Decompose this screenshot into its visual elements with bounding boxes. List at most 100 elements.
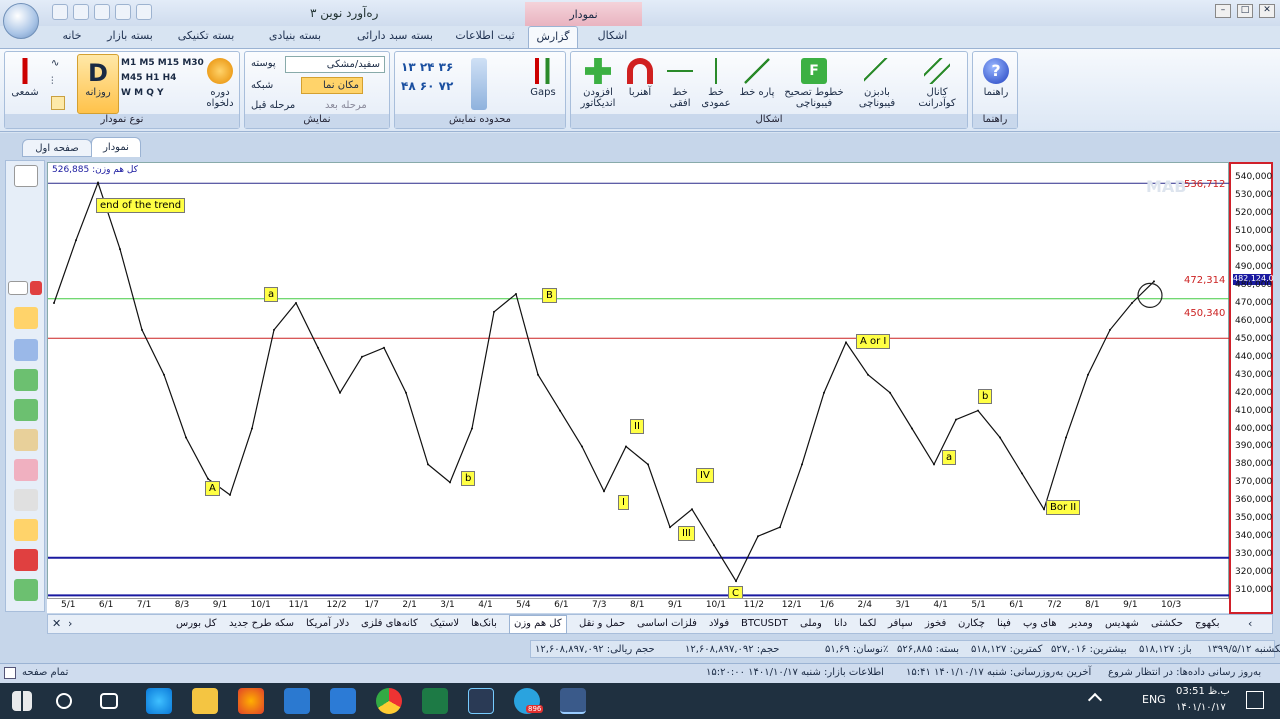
language-indicator[interactable]: ENG xyxy=(1142,693,1166,706)
close-icon[interactable]: ✕ xyxy=(52,617,61,630)
symbol-tab[interactable]: بانک‌ها xyxy=(471,618,497,629)
symbol-tab[interactable]: بکهوج xyxy=(1195,618,1220,629)
tab-market[interactable]: بسته بازار xyxy=(100,26,160,48)
firefox-icon[interactable] xyxy=(238,688,264,714)
symbol-tab[interactable]: کل بورس xyxy=(176,618,217,629)
annotation-A-or-I[interactable]: A or I xyxy=(856,334,891,349)
symbol-tab[interactable]: حمل و نقل xyxy=(579,618,625,629)
fib-retracement-button[interactable]: F خطوط تصحیح فیبوناچی xyxy=(783,58,845,109)
symbol-tab[interactable]: وملی xyxy=(800,618,822,629)
notification-icon[interactable] xyxy=(1246,691,1264,709)
symbol-tab[interactable]: کل هم وزن xyxy=(509,615,567,634)
annotation-Bor-II[interactable]: Bor II xyxy=(1046,500,1081,515)
tool-brush-icon[interactable] xyxy=(14,429,38,451)
chevron-up-icon[interactable] xyxy=(1087,692,1103,708)
settings-icon[interactable] xyxy=(115,4,131,20)
cursor-button[interactable]: مکان نما xyxy=(301,77,363,94)
tf-w[interactable]: W xyxy=(121,88,131,98)
segment-button[interactable]: پاره خط xyxy=(737,58,777,98)
tf-m15[interactable]: M15 xyxy=(158,58,179,68)
tf-m5[interactable]: M5 xyxy=(139,58,154,68)
symbol-tab[interactable]: فپنا xyxy=(997,618,1011,629)
tf-h1[interactable]: H1 xyxy=(146,73,160,83)
zoom-presets[interactable]: ۱۳ ۲۴ ۳۶ ۴۸ ۶۰ ۷۲ xyxy=(401,58,461,114)
bar-chart-icon[interactable]: ⫶ xyxy=(51,76,65,90)
symbol-tab[interactable]: ومدیر xyxy=(1069,618,1093,629)
annotation-A[interactable]: A xyxy=(205,481,220,496)
symbol-tab[interactable]: شهدیس xyxy=(1105,618,1139,629)
annotation-a-1[interactable]: a xyxy=(264,287,279,302)
symbol-tab[interactable]: لکما xyxy=(859,618,876,629)
daily-button[interactable]: D روزانه xyxy=(77,54,119,114)
symbol-tab[interactable]: سکه طرح جدید xyxy=(229,618,294,629)
symbol-tab[interactable]: های وپ xyxy=(1023,618,1057,629)
quadrant-channel-button[interactable]: کانال کوآدرانت xyxy=(909,58,965,109)
annotation-IV[interactable]: IV xyxy=(696,468,714,483)
tab-data-entry[interactable]: ثبت اطلاعات xyxy=(450,26,520,48)
symbol-tab[interactable]: فولاد xyxy=(709,618,729,629)
gaps-button[interactable]: Gaps xyxy=(525,58,561,98)
task-view-icon[interactable] xyxy=(100,693,118,709)
next-step-button[interactable]: مرحله بعد xyxy=(325,100,367,111)
custom-period-button[interactable]: دوره دلخواه xyxy=(203,58,237,109)
tf-m1[interactable]: M1 xyxy=(121,58,136,68)
symbol-tab[interactable]: BTCUSDT xyxy=(741,618,788,629)
tf-q[interactable]: Q xyxy=(146,88,154,98)
store-icon[interactable] xyxy=(284,688,310,714)
tab-home[interactable]: خانه xyxy=(52,26,92,48)
windows-start-icon[interactable] xyxy=(12,691,32,711)
annotation-a-2[interactable]: a xyxy=(942,450,957,465)
minimize-button[interactable]: – xyxy=(1215,4,1231,18)
app-menu-button[interactable] xyxy=(3,3,39,39)
symbol-tab[interactable]: کانه‌های فلزی xyxy=(361,618,418,629)
annotation-II[interactable]: II xyxy=(630,419,644,434)
print-icon[interactable] xyxy=(73,4,89,20)
line-chart-icon[interactable]: ∿ xyxy=(51,58,65,72)
file-explorer-icon[interactable] xyxy=(192,688,218,714)
theme-select[interactable]: سفید/مشکی xyxy=(285,56,385,73)
dropdown-icon[interactable] xyxy=(136,4,152,20)
dev-tool-icon[interactable] xyxy=(468,688,494,714)
annotation-I[interactable]: I xyxy=(618,495,629,510)
tab-shapes[interactable]: اشکال xyxy=(590,26,635,48)
tool-note-icon[interactable] xyxy=(14,339,38,361)
symbol-tab[interactable]: سپافر xyxy=(888,618,913,629)
tool-flower-icon[interactable] xyxy=(14,459,38,481)
vertical-line-button[interactable]: خط عمودی xyxy=(699,58,733,109)
close-icon[interactable] xyxy=(30,281,42,295)
rahavard-icon[interactable] xyxy=(560,688,586,714)
ohlc-icon[interactable] xyxy=(51,96,65,110)
symbol-tab[interactable]: چکارن xyxy=(958,618,985,629)
annotation-b-2[interactable]: b xyxy=(978,389,993,404)
tool-folder-icon[interactable] xyxy=(14,519,38,541)
search-icon[interactable] xyxy=(56,693,72,709)
chevron-right-icon[interactable]: › xyxy=(68,617,72,630)
excel-icon[interactable] xyxy=(422,688,448,714)
symbol-tab[interactable]: حکشتی xyxy=(1151,618,1183,629)
tf-month[interactable]: M xyxy=(134,88,143,98)
tf-m30[interactable]: M30 xyxy=(182,58,203,68)
symbol-tab[interactable]: فخوز xyxy=(925,618,946,629)
tab-report[interactable]: گزارش xyxy=(528,26,578,48)
chevron-left-icon[interactable]: ‹ xyxy=(1248,617,1252,630)
close-button[interactable]: ✕ xyxy=(1259,4,1275,18)
tab-fundamental[interactable]: بسته بنیادی xyxy=(255,26,335,48)
range-icons[interactable] xyxy=(495,58,515,110)
fib-fan-button[interactable]: بادبزن فیبوناچی xyxy=(851,58,903,109)
tool-select-icon[interactable] xyxy=(14,307,38,329)
tab-portfolio[interactable]: بسته سبد دارائی xyxy=(345,26,445,48)
magnet-button[interactable]: آهنربا xyxy=(623,58,657,98)
tf-y[interactable]: Y xyxy=(157,88,164,98)
tf-h4[interactable]: H4 xyxy=(163,73,177,83)
horizontal-line-button[interactable]: خط افقی xyxy=(663,58,697,109)
tf-m45[interactable]: M45 xyxy=(121,73,142,83)
tool-cycle-icon[interactable] xyxy=(14,399,38,421)
add-indicator-button[interactable]: افزودن اندیکاتور xyxy=(575,58,621,109)
tool-excel-icon[interactable] xyxy=(14,579,38,601)
highlight-circle[interactable] xyxy=(1137,282,1163,308)
fullscreen-label[interactable]: تمام صفحه xyxy=(22,667,68,678)
zoom-icon[interactable] xyxy=(471,58,487,110)
clock-time[interactable]: 03:51 ب.ظ xyxy=(1176,686,1230,697)
print-icon[interactable] xyxy=(14,165,38,187)
candle-button[interactable]: شمعی xyxy=(9,58,41,98)
